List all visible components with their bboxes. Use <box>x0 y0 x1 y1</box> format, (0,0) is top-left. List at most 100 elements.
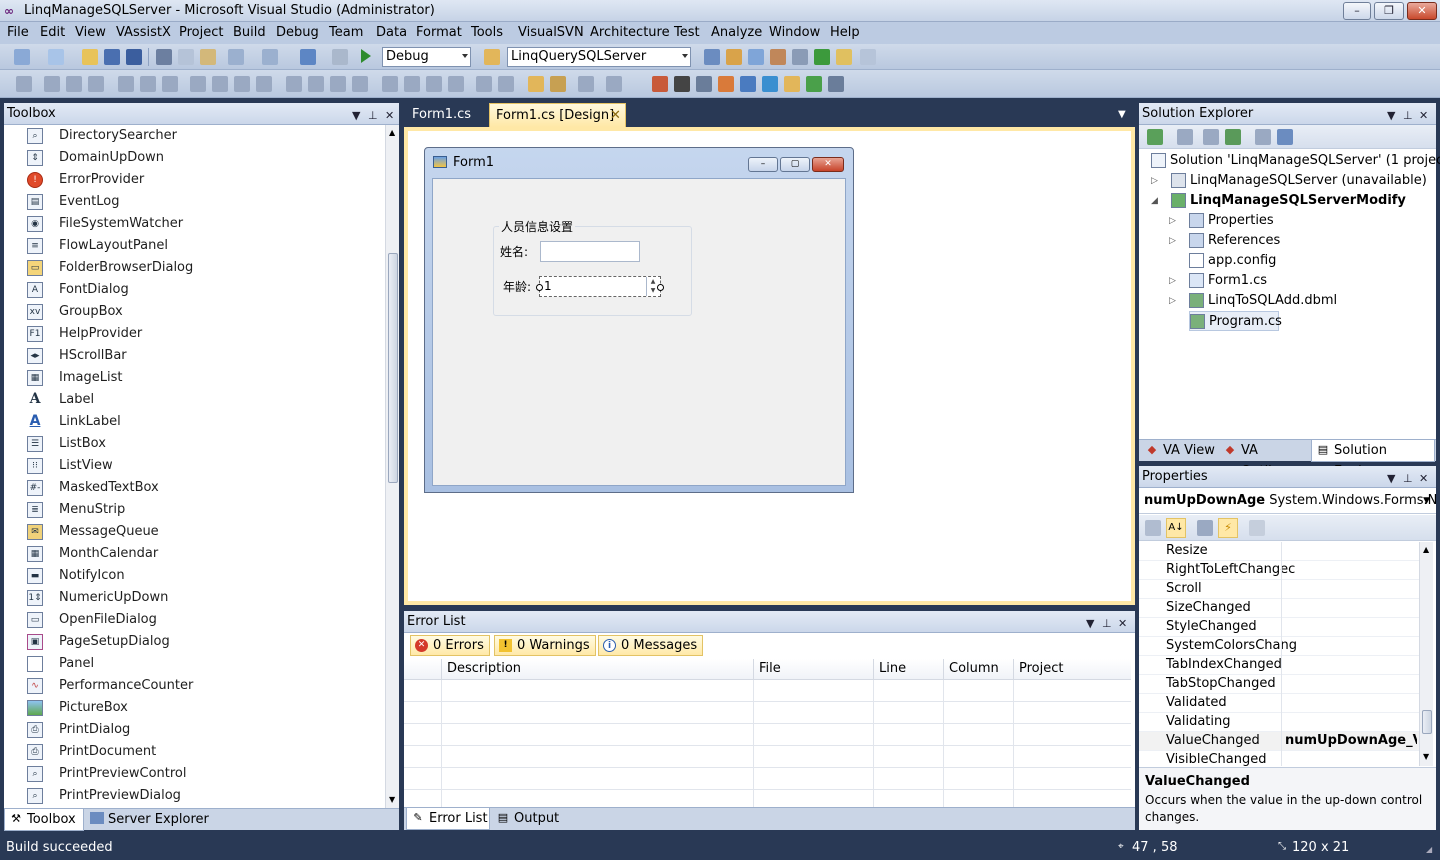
tab-solution-explorer[interactable]: ▤Solution Explo... <box>1311 440 1435 479</box>
menu-format[interactable]: Format <box>416 25 462 40</box>
va-options-icon[interactable] <box>828 76 844 92</box>
solution-configuration-dropdown[interactable]: Debug <box>382 47 471 67</box>
scroll-up-icon[interactable]: ▲ <box>1423 545 1429 554</box>
close-tab-icon[interactable]: ✕ <box>610 104 621 127</box>
toolbox-item[interactable]: ≡ FlowLayoutPanel <box>4 235 385 257</box>
errors-filter-button[interactable]: ✕ 0 Errors <box>410 635 490 656</box>
align-to-grid-icon[interactable] <box>16 76 32 92</box>
open-file-icon[interactable] <box>82 49 98 65</box>
navigate-back-icon[interactable] <box>300 49 316 65</box>
menu-view[interactable]: View <box>75 25 106 40</box>
menu-tools[interactable]: Tools <box>471 25 503 40</box>
save-all-icon[interactable] <box>126 49 142 65</box>
toolbox-item[interactable]: ⎙ PrintDocument <box>4 741 385 763</box>
property-row[interactable]: TabStopChanged <box>1139 675 1419 694</box>
tab-form1-code[interactable]: Form1.cs <box>406 103 477 127</box>
increase-horizontal-spacing-icon[interactable] <box>308 76 324 92</box>
property-row-selected[interactable]: ValueChanged numUpDownAge_Val <box>1139 732 1419 751</box>
collapse-icon[interactable]: ◢ <box>1151 196 1158 206</box>
toolbox-item[interactable]: F1 HelpProvider <box>4 323 385 345</box>
toolbox-item[interactable]: PictureBox <box>4 697 385 719</box>
find-in-files-icon[interactable] <box>484 49 500 65</box>
toolbox-item[interactable]: xv GroupBox <box>4 301 385 323</box>
center-horizontally-icon[interactable] <box>476 76 492 92</box>
name-textbox[interactable] <box>540 241 640 262</box>
expand-icon[interactable]: ▷ <box>1169 216 1176 226</box>
property-row[interactable]: SizeChanged <box>1139 599 1419 618</box>
expand-icon[interactable]: ▷ <box>1169 236 1176 246</box>
open-file-in-solution-icon[interactable] <box>674 76 690 92</box>
form-client-area[interactable]: 人员信息设置 姓名: 年龄: 1 ▲ ▼ <box>432 178 846 486</box>
increase-vertical-spacing-icon[interactable] <box>404 76 420 92</box>
properties-view-icon[interactable] <box>1197 520 1213 536</box>
open-corresponding-file-icon[interactable] <box>762 76 778 92</box>
view-code-icon[interactable] <box>1225 129 1241 145</box>
scrollbar-thumb[interactable] <box>1422 710 1432 734</box>
menu-architecture[interactable]: Architecture <box>590 25 670 40</box>
close-panel-icon[interactable]: ✕ <box>1419 468 1428 489</box>
copy-icon[interactable] <box>178 49 194 65</box>
cut-icon[interactable] <box>156 49 172 65</box>
toolbox-item[interactable]: ▭ FolderBrowserDialog <box>4 257 385 279</box>
scroll-up-icon[interactable]: ▲ <box>389 128 395 137</box>
property-row[interactable]: Resize <box>1139 542 1419 561</box>
toolbox-window-icon[interactable] <box>770 49 786 65</box>
close-panel-icon[interactable]: ✕ <box>385 105 394 126</box>
window-position-icon[interactable]: ▼ <box>352 105 360 126</box>
menu-visualsvn[interactable]: VisualSVN <box>518 25 584 40</box>
column-header-icon[interactable] <box>404 659 442 680</box>
tab-order-icon[interactable] <box>606 76 622 92</box>
toolbox-scrollbar[interactable]: ▲ ▼ <box>385 125 399 808</box>
make-same-width-icon[interactable] <box>190 76 206 92</box>
start-page-icon[interactable] <box>814 49 830 65</box>
scroll-down-icon[interactable]: ▼ <box>389 795 395 804</box>
form1-window[interactable]: Form1 – ▢ ✕ 人员信息设置 姓名: 年龄: 1 ▲ ▼ <box>424 147 854 493</box>
property-row[interactable]: StyleChanged <box>1139 618 1419 637</box>
property-pages-icon[interactable] <box>1249 520 1265 536</box>
make-same-size-icon[interactable] <box>256 76 272 92</box>
property-row[interactable]: Validating <box>1139 713 1419 732</box>
property-row[interactable]: RightToLeftChangec <box>1139 561 1419 580</box>
minimize-button[interactable]: – <box>1343 2 1371 20</box>
lock-controls-icon[interactable] <box>578 76 594 92</box>
toolbox-item[interactable]: ⌕ PrintPreviewDialog <box>4 785 385 807</box>
maximize-button[interactable]: ❐ <box>1374 2 1404 20</box>
toolbox-item[interactable]: ▤ EventLog <box>4 191 385 213</box>
add-item-icon[interactable] <box>48 49 64 65</box>
startup-project-dropdown[interactable]: LinqQuerySQLServer <box>507 47 691 67</box>
menu-test[interactable]: Test <box>674 25 700 40</box>
size-to-grid-icon[interactable] <box>212 76 228 92</box>
toolbox-item[interactable]: ⌕ DirectorySearcher <box>4 125 385 147</box>
tree-node-program[interactable]: Program.cs <box>1189 311 1282 331</box>
column-header-file[interactable]: File <box>754 659 874 680</box>
align-middles-icon[interactable] <box>140 76 156 92</box>
toolbox-item[interactable]: A Label <box>4 389 385 411</box>
scrollbar-thumb[interactable] <box>388 253 398 483</box>
align-bottoms-icon[interactable] <box>162 76 178 92</box>
start-debugging-icon[interactable] <box>361 49 371 63</box>
list-methods-icon[interactable] <box>784 76 800 92</box>
column-header-line[interactable]: Line <box>874 659 944 680</box>
toolbox-item[interactable]: ◉ FileSystemWatcher <box>4 213 385 235</box>
expand-icon[interactable]: ▷ <box>1169 296 1176 306</box>
expand-icon[interactable]: ▷ <box>1169 276 1176 286</box>
auto-hide-pin-icon[interactable]: ⊥ <box>368 105 378 126</box>
resize-handle-right[interactable] <box>657 284 664 291</box>
decrease-vertical-spacing-icon[interactable] <box>426 76 442 92</box>
extension-manager-icon[interactable] <box>836 49 852 65</box>
navigate-forward-icon[interactable] <box>332 49 348 65</box>
make-same-height-icon[interactable] <box>234 76 250 92</box>
toolbox-item[interactable]: Panel <box>4 653 385 675</box>
tab-va-view[interactable]: ◆ VA View <box>1141 440 1215 462</box>
tab-form1-design[interactable]: Form1.cs [Design] ✕ <box>489 103 626 127</box>
toolbox-item[interactable]: ≣ MenuStrip <box>4 499 385 521</box>
toolbox-item[interactable]: ⁝⁝ ListView <box>4 455 385 477</box>
resize-grip-icon[interactable]: ◢ <box>1426 845 1432 854</box>
auto-hide-pin-icon[interactable]: ⊥ <box>1403 105 1413 126</box>
remove-vertical-spacing-icon[interactable] <box>448 76 464 92</box>
close-panel-icon[interactable]: ✕ <box>1118 613 1127 634</box>
toolbox-item[interactable]: ▦ MonthCalendar <box>4 543 385 565</box>
object-browser-icon[interactable] <box>748 49 764 65</box>
toolbox-item[interactable]: ▬ NotifyIcon <box>4 565 385 587</box>
tab-output[interactable]: ▤ Output <box>492 808 562 830</box>
